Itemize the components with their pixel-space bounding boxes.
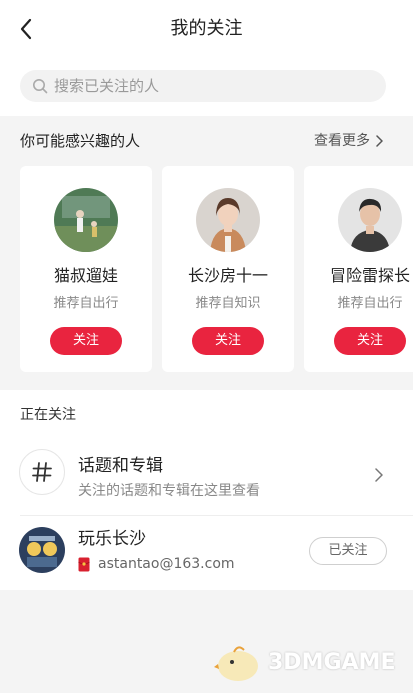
user-email-line: astantao@163.com <box>78 554 235 574</box>
topic-subtitle: 关注的话题和专辑在这里查看 <box>78 483 260 499</box>
header-bar: 我的关注 <box>0 0 413 56</box>
topic-title: 话题和专辑 <box>78 456 163 476</box>
avatar[interactable] <box>338 188 402 252</box>
card-source: 推荐自知识 <box>195 296 261 311</box>
followed-button[interactable]: 已关注 <box>309 537 387 565</box>
search-placeholder: 搜索已关注的人 <box>54 77 160 95</box>
search-icon <box>33 79 48 94</box>
chevron-right-icon <box>375 468 383 482</box>
topics-albums-row[interactable]: 话题和专辑 关注的话题和专辑在这里查看 <box>0 448 413 510</box>
avatar[interactable] <box>196 188 260 252</box>
card-source: 推荐自出行 <box>53 296 119 311</box>
follow-button[interactable]: 关注 <box>192 327 264 355</box>
see-more-link[interactable]: 查看更多 <box>314 131 383 151</box>
following-user-row[interactable]: 玩乐长沙 astantao@163.com 已关注 <box>0 522 413 586</box>
recommend-card-list[interactable]: 猫叔遛娃 推荐自出行 关注 长沙房十一 推荐自知识 关注 冒险雷探长 推荐自出行… <box>0 166 413 372</box>
following-section: 正在关注 话题和专辑 关注的话题和专辑在这里查看 玩乐长沙 astantao@1… <box>0 390 413 590</box>
card-source: 推荐自出行 <box>337 296 403 311</box>
page-title: 我的关注 <box>170 18 243 39</box>
avatar[interactable] <box>54 188 118 252</box>
user-name: 玩乐长沙 <box>78 529 146 549</box>
avatar[interactable] <box>19 527 65 573</box>
recommend-card[interactable]: 长沙房十一 推荐自知识 关注 <box>162 166 294 372</box>
search-bar: 搜索已关注的人 <box>0 56 413 116</box>
see-more-label: 查看更多 <box>314 133 370 149</box>
hash-icon <box>19 449 65 495</box>
following-title: 正在关注 <box>20 407 76 423</box>
card-name: 长沙房十一 <box>187 266 268 285</box>
chevron-right-icon <box>376 135 383 147</box>
recommend-title: 你可能感兴趣的人 <box>20 132 141 150</box>
card-name: 猫叔遛娃 <box>53 266 118 285</box>
recommend-card[interactable]: 猫叔遛娃 推荐自出行 关注 <box>20 166 152 372</box>
user-email: astantao@163.com <box>98 556 235 572</box>
watermark: 3DMGAME <box>214 640 395 684</box>
search-input[interactable]: 搜索已关注的人 <box>20 70 386 102</box>
recommend-card[interactable]: 冒险雷探长 推荐自出行 关注 <box>304 166 413 372</box>
chick-mascot-icon <box>214 646 258 681</box>
follow-button[interactable]: 关注 <box>334 327 406 355</box>
card-name: 冒险雷探长 <box>329 266 410 285</box>
red-envelope-icon <box>78 557 90 571</box>
watermark-text: 3DMGAME <box>268 649 396 675</box>
divider <box>20 515 413 516</box>
follow-button[interactable]: 关注 <box>50 327 122 355</box>
